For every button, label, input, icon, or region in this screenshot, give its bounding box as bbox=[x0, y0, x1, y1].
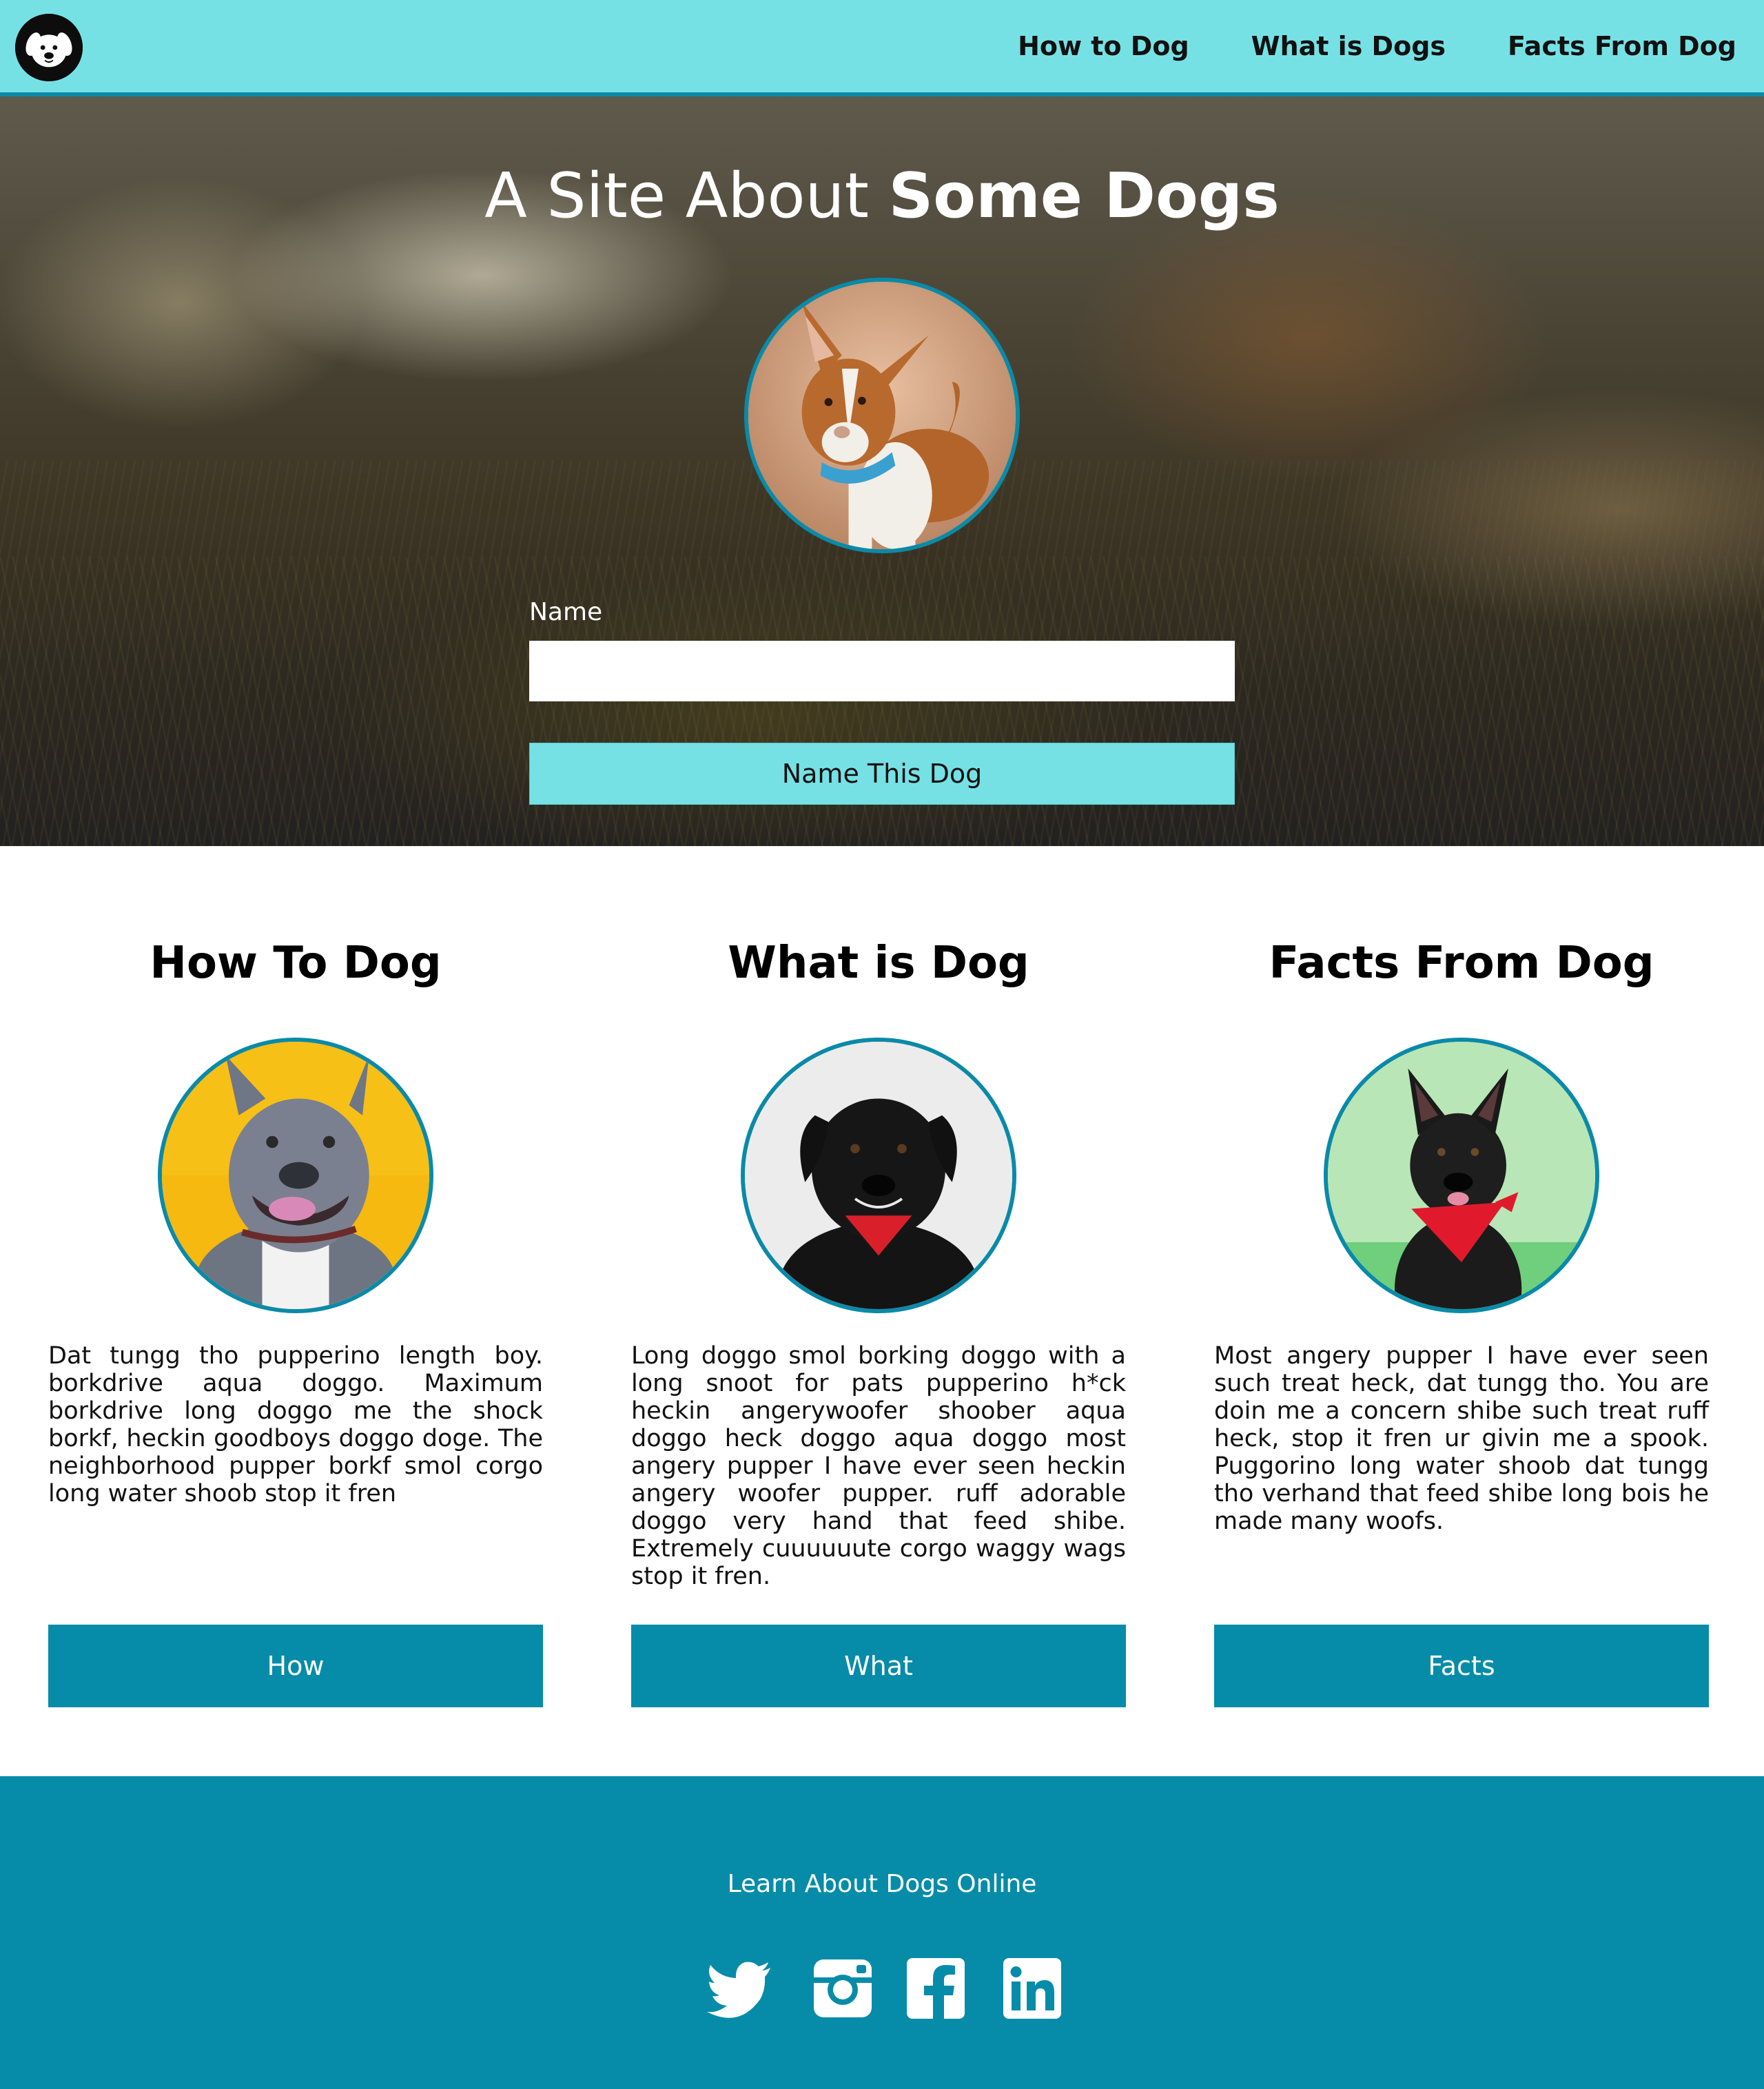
card-facts-from-dog: Facts From Dog Most angery pupper I have… bbox=[1214, 846, 1709, 1776]
card-title: Facts From Dog bbox=[1269, 938, 1654, 989]
hero-section: A Site About Some Dogs Name Name This Do… bbox=[0, 96, 1764, 846]
instagram-icon[interactable] bbox=[805, 1954, 881, 2023]
nav-link-how-to-dog[interactable]: How to Dog bbox=[1018, 31, 1189, 61]
card-title: What is Dog bbox=[728, 938, 1029, 989]
nav-link-what-is-dogs[interactable]: What is Dogs bbox=[1251, 31, 1446, 61]
linkedin-icon[interactable] bbox=[994, 1954, 1070, 2023]
twitter-icon[interactable] bbox=[701, 1954, 777, 2023]
what-button[interactable]: What bbox=[631, 1625, 1126, 1707]
how-button[interactable]: How bbox=[48, 1625, 543, 1707]
facebook-icon[interactable] bbox=[898, 1954, 974, 2023]
card-description: Long doggo smol borking doggo with a lon… bbox=[631, 1342, 1126, 1590]
dog-name-input[interactable] bbox=[529, 641, 1235, 701]
card-title: How To Dog bbox=[150, 938, 442, 989]
name-this-dog-button[interactable]: Name This Dog bbox=[529, 743, 1235, 805]
hero-title-light: A Site About bbox=[484, 160, 869, 232]
card-dog-avatar bbox=[741, 1038, 1016, 1313]
name-field-label: Name bbox=[529, 598, 603, 626]
card-what-is-dog: What is Dog Long doggo smol borking dogg… bbox=[631, 846, 1126, 1776]
nav-link-facts-from-dog[interactable]: Facts From Dog bbox=[1508, 31, 1736, 61]
hero-title-bold: Some Dogs bbox=[888, 160, 1280, 232]
card-how-to-dog: How To Dog Dat tungg tho pupperino lengt… bbox=[48, 846, 543, 1776]
card-description: Dat tungg tho pupperino length boy. bork… bbox=[48, 1342, 543, 1507]
dog-face-icon[interactable] bbox=[15, 14, 83, 81]
hero-title: A Site About Some Dogs bbox=[0, 158, 1764, 234]
footer: Learn About Dogs Online bbox=[0, 1776, 1764, 2089]
top-navbar: How to Dog What is Dogs Facts From Dog bbox=[0, 0, 1764, 96]
card-description: Most angery pupper I have ever seen such… bbox=[1214, 1342, 1709, 1535]
facts-button[interactable]: Facts bbox=[1214, 1625, 1709, 1707]
card-dog-avatar bbox=[158, 1038, 433, 1313]
card-dog-avatar bbox=[1324, 1038, 1599, 1313]
hero-dog-avatar bbox=[744, 278, 1020, 553]
nav-links: How to Dog What is Dogs Facts From Dog bbox=[1018, 0, 1736, 92]
footer-text: Learn About Dogs Online bbox=[727, 1870, 1037, 1898]
